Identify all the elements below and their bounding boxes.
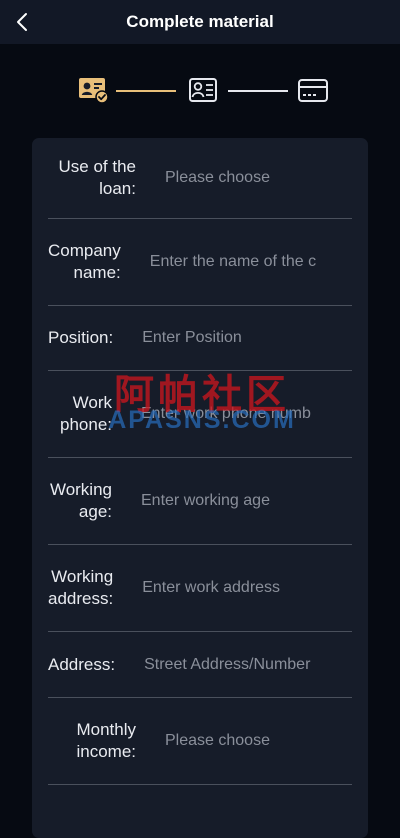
top-bar: Complete material <box>0 0 400 44</box>
field-label: Working address: <box>48 567 114 608</box>
work-phone-input[interactable] <box>141 405 348 423</box>
form-row-loan-use[interactable]: Use of the loan: Please choose <box>48 138 352 219</box>
progress-steps <box>76 74 336 108</box>
field-label: Work phone: <box>60 393 112 434</box>
field-label: Company name: <box>48 241 121 282</box>
page-title: Complete material <box>126 12 274 31</box>
form-row-position[interactable]: Position: <box>48 306 352 371</box>
id-card-check-icon <box>79 78 109 104</box>
material-form: Use of the loan: Please choose Company nam… <box>32 138 368 838</box>
field-label: Address: <box>48 654 116 674</box>
position-input[interactable] <box>142 329 350 347</box>
form-row-working-address[interactable]: Working address: <box>48 545 352 632</box>
person-list-icon <box>189 78 217 102</box>
field-label: Monthly income: <box>76 720 136 761</box>
form-row-work-phone[interactable]: Work phone: <box>48 371 352 458</box>
monthly-income-select[interactable]: Please choose <box>165 732 348 750</box>
step-connector-2 <box>228 90 288 92</box>
form-row-address[interactable]: Address: <box>48 632 352 698</box>
work-address-input[interactable] <box>142 579 350 597</box>
working-age-input[interactable] <box>141 492 348 510</box>
field-label: Position: <box>48 328 114 347</box>
address-input[interactable] <box>144 655 352 674</box>
form-row-working-age[interactable]: Working age: <box>48 458 352 545</box>
loan-use-select[interactable]: Please choose <box>165 169 348 187</box>
field-label: Use of the loan: <box>58 157 137 198</box>
back-button[interactable] <box>8 8 36 36</box>
company-name-input[interactable] <box>149 253 357 271</box>
form-row-company-name[interactable]: Company name: <box>48 219 357 306</box>
bank-card-icon <box>298 79 328 102</box>
form-row-monthly-income[interactable]: Monthly income: Please choose <box>48 698 352 785</box>
field-label: Working age: <box>49 480 112 521</box>
chevron-left-icon <box>17 13 27 31</box>
step-connector-1 <box>116 90 176 92</box>
